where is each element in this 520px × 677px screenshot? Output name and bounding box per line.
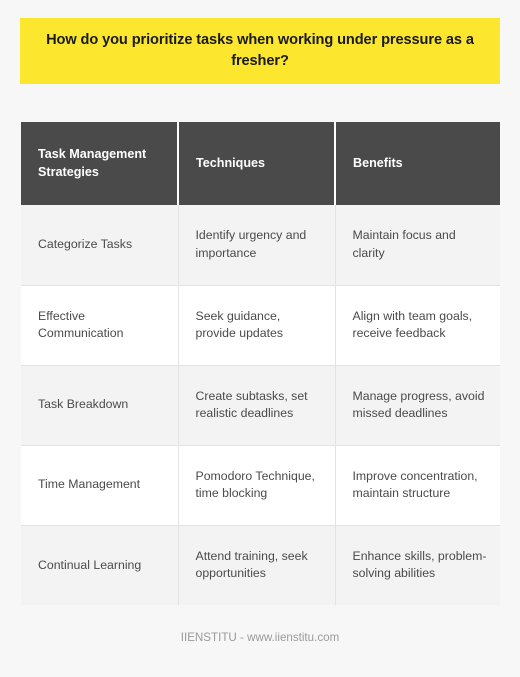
cell-technique: Create subtasks, set realistic deadlines	[178, 365, 336, 446]
cell-strategy: Effective Communication	[21, 285, 179, 366]
cell-strategy: Continual Learning	[21, 525, 179, 605]
page-title: How do you prioritize tasks when working…	[46, 31, 474, 69]
table-row: Effective Communication Seek guidance, p…	[21, 285, 500, 366]
column-header-strategies: Task Management Strategies	[21, 122, 179, 205]
strategy-table: Task Management Strategies Techniques Be…	[21, 122, 500, 605]
infographic-page: How do you prioritize tasks when working…	[0, 0, 520, 677]
table-header: Task Management Strategies Techniques Be…	[21, 122, 500, 205]
cell-strategy: Task Breakdown	[21, 365, 179, 446]
cell-benefit: Maintain focus and clarity	[335, 205, 500, 286]
cell-technique: Pomodoro Technique, time blocking	[178, 445, 336, 526]
cell-benefit: Align with team goals, receive feedback	[335, 285, 500, 366]
column-header-techniques: Techniques	[178, 122, 336, 205]
cell-strategy: Categorize Tasks	[21, 205, 179, 286]
column-header-benefits: Benefits	[335, 122, 500, 205]
cell-technique: Seek guidance, provide updates	[178, 285, 336, 366]
title-banner: How do you prioritize tasks when working…	[20, 18, 500, 84]
footer-attribution: IIENSTITU - www.iienstitu.com	[180, 631, 340, 644]
table-row: Time Management Pomodoro Technique, time…	[21, 445, 500, 526]
cell-benefit: Enhance skills, problem-solving abilitie…	[335, 525, 500, 605]
table-header-row: Task Management Strategies Techniques Be…	[21, 122, 500, 205]
table-row: Continual Learning Attend training, seek…	[21, 525, 500, 605]
cell-technique: Identify urgency and importance	[178, 205, 336, 286]
table-row: Task Breakdown Create subtasks, set real…	[21, 365, 500, 446]
cell-benefit: Improve concentration, maintain structur…	[335, 445, 500, 526]
cell-technique: Attend training, seek opportunities	[178, 525, 336, 605]
cell-strategy: Time Management	[21, 445, 179, 526]
strategy-table-container: Task Management Strategies Techniques Be…	[21, 122, 500, 605]
cell-benefit: Manage progress, avoid missed deadlines	[335, 365, 500, 446]
table-body: Categorize Tasks Identify urgency and im…	[21, 205, 500, 605]
table-row: Categorize Tasks Identify urgency and im…	[21, 205, 500, 286]
